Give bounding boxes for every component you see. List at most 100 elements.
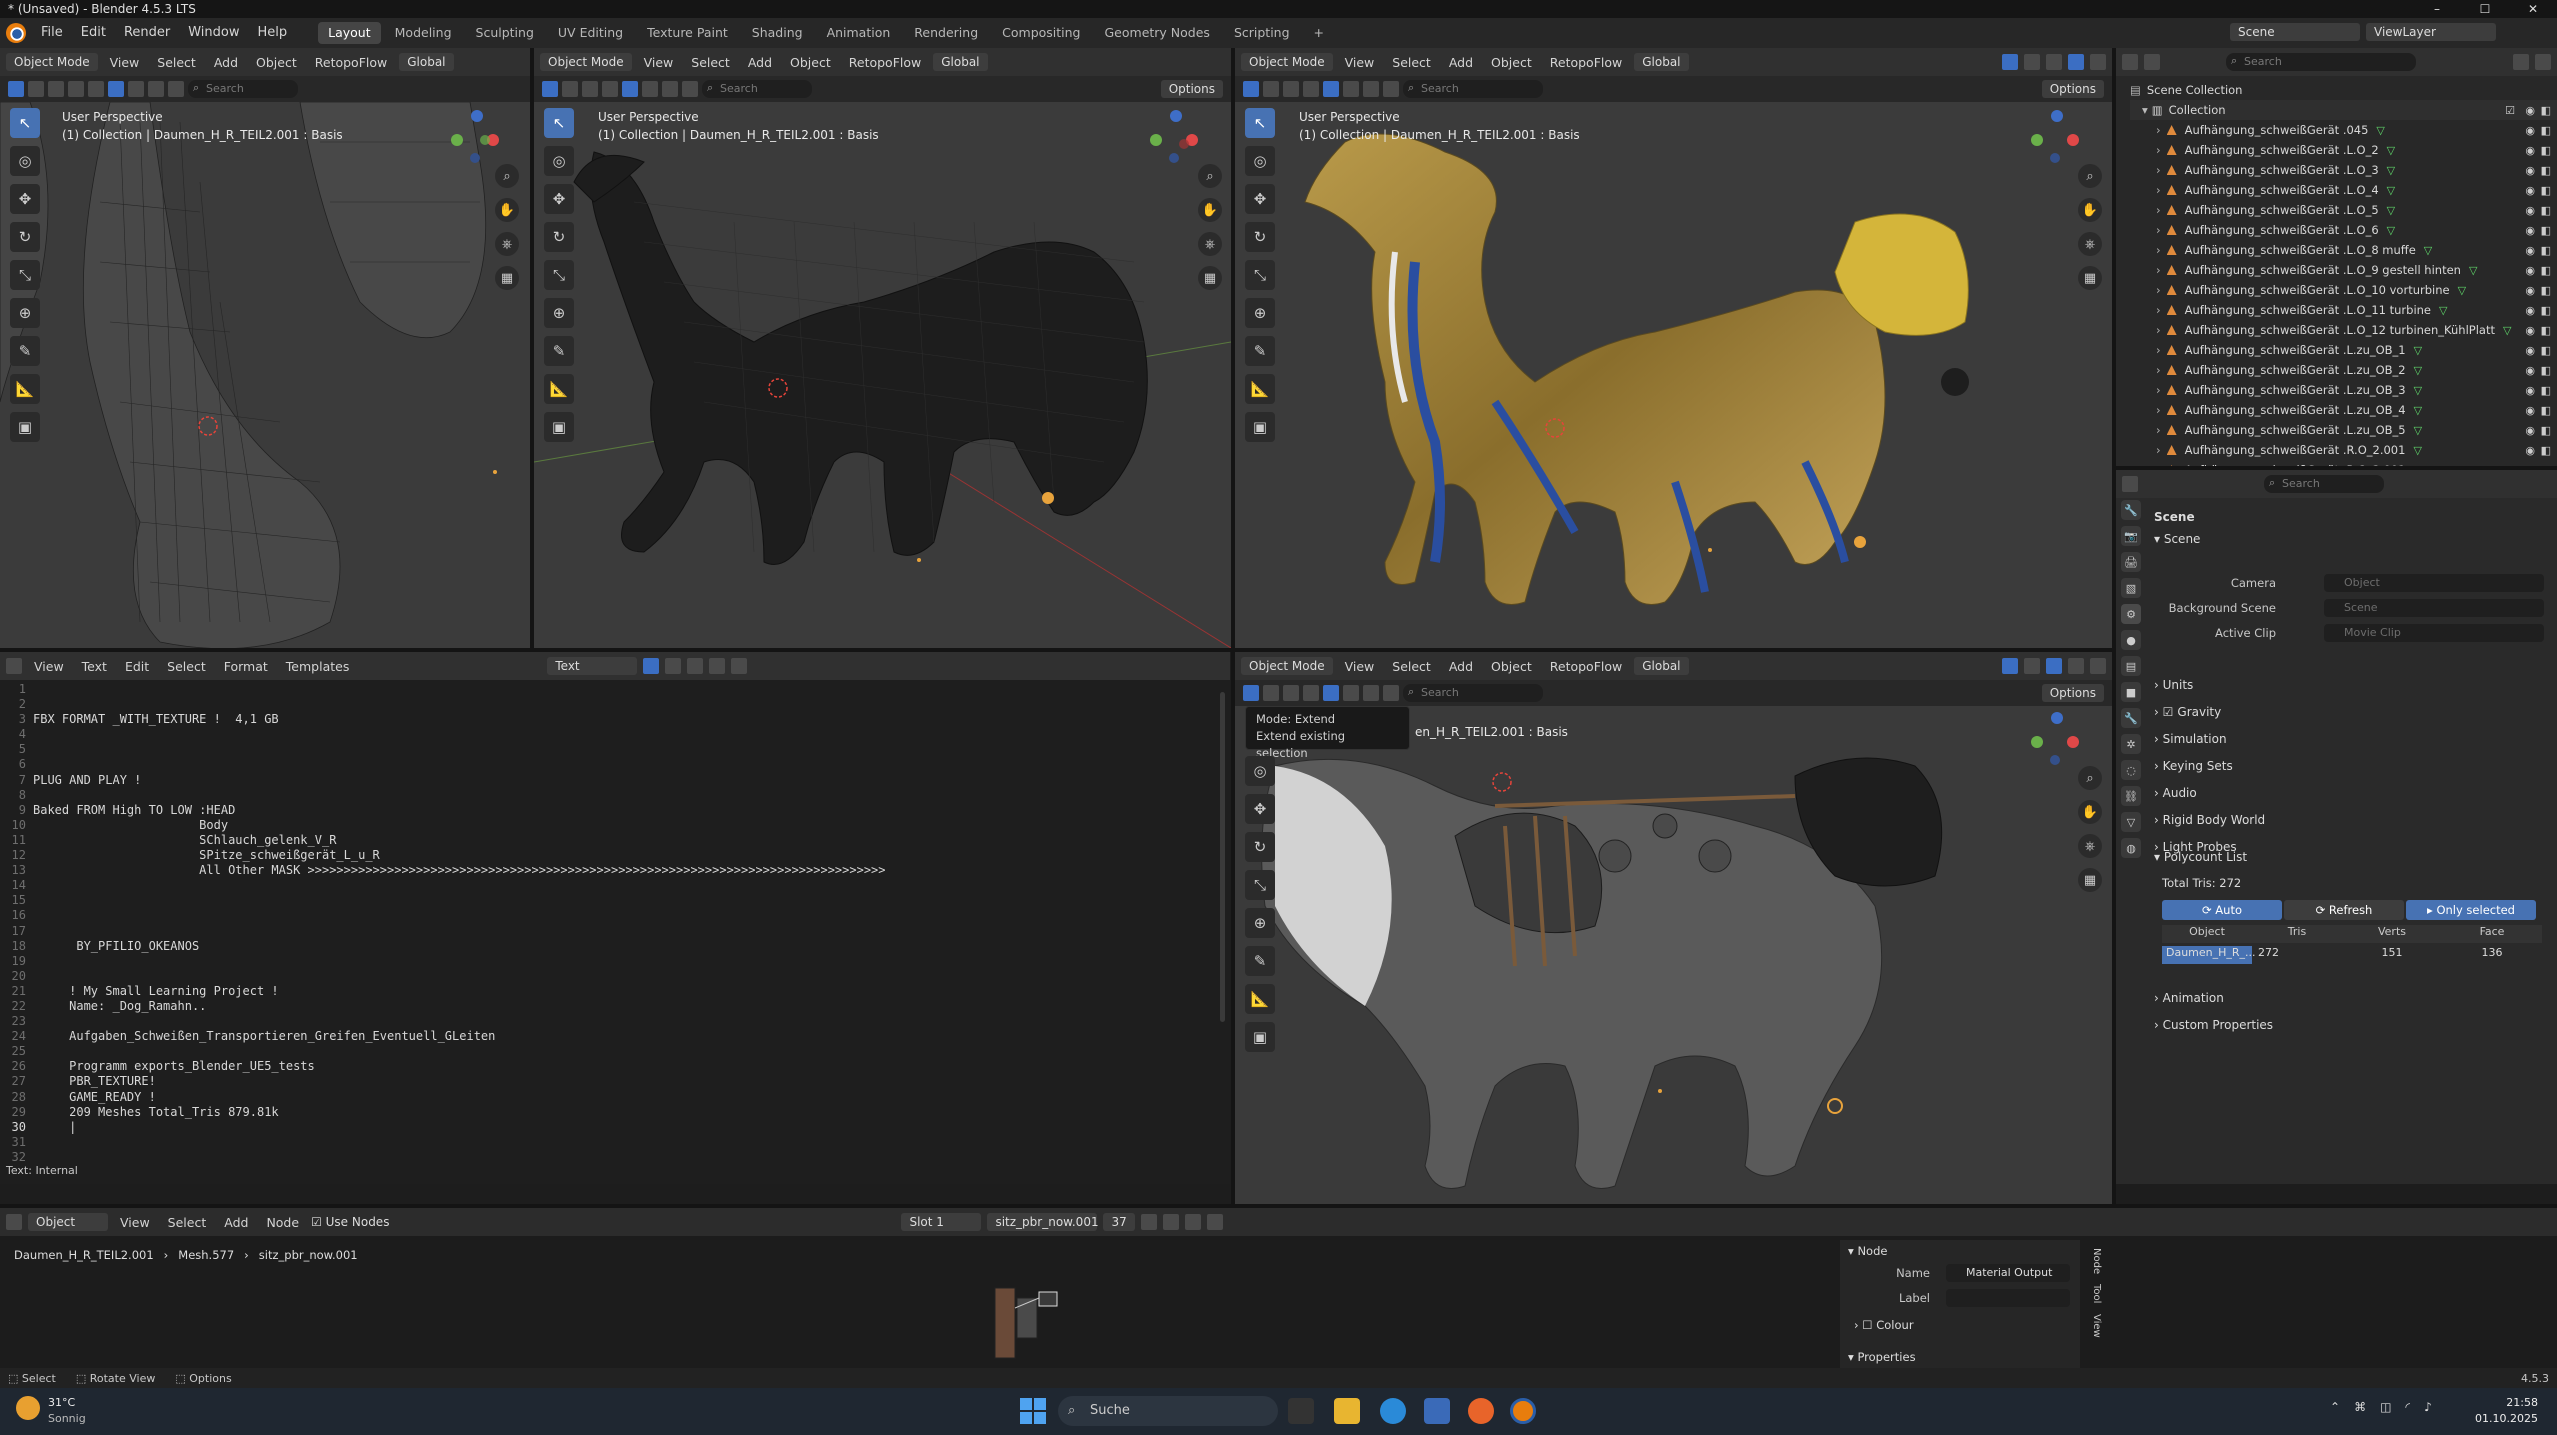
tab-modeling[interactable]: Modeling xyxy=(385,22,462,44)
text-line[interactable] xyxy=(33,908,886,923)
select-mode-icon[interactable] xyxy=(1263,81,1279,97)
viewport-top-middle[interactable]: Object Mode View Select Add Object Retop… xyxy=(534,48,1231,648)
select-mode-icon[interactable] xyxy=(48,81,64,97)
outliner-item[interactable]: › Aufhängung_schweißGerät .L.O_12 turbine… xyxy=(2130,320,2557,340)
mesh-data-icon[interactable]: ▽ xyxy=(2414,404,2422,417)
mesh-data-icon[interactable]: ▽ xyxy=(2387,204,2395,217)
scale-tool-icon[interactable]: ⤡ xyxy=(1245,260,1275,290)
text-line[interactable] xyxy=(33,697,886,712)
viewport-top-right[interactable]: Object Mode View Select Add Object Retop… xyxy=(1235,48,2112,648)
menu-object[interactable]: Object xyxy=(250,55,303,70)
annotate-tool-icon[interactable]: ✎ xyxy=(544,336,574,366)
brave-browser-icon[interactable] xyxy=(1468,1398,1494,1424)
camera-icon[interactable]: ◧ xyxy=(2541,384,2551,397)
chevron-right-icon[interactable]: › xyxy=(2156,123,2161,137)
transform-tool-icon[interactable]: ⊕ xyxy=(1245,298,1275,328)
mode-dropdown[interactable]: Object Mode xyxy=(6,53,98,71)
add-cube-tool-icon[interactable]: ▣ xyxy=(10,412,40,442)
measure-tool-icon[interactable]: 📐 xyxy=(1245,984,1275,1014)
viewport-search-input[interactable]: Search xyxy=(702,79,812,98)
camera-icon[interactable]: ◧ xyxy=(2541,164,2551,177)
eye-icon[interactable]: ◉ xyxy=(2525,184,2535,197)
properties-search-input[interactable]: Search xyxy=(2264,474,2384,493)
maximize-icon[interactable]: ☐ xyxy=(2465,0,2505,18)
outliner-item[interactable]: › Aufhängung_schweißGerät .L.O_11 turbine… xyxy=(2130,300,2557,320)
select-mode-icon[interactable] xyxy=(1283,81,1299,97)
panel-section[interactable]: › Audio xyxy=(2154,786,2197,800)
transform-orientation[interactable]: Global xyxy=(1634,657,1689,675)
viewport-canvas[interactable]: User Perspective (1) Collection | Daumen… xyxy=(534,102,1231,648)
text-line[interactable]: | xyxy=(33,1120,886,1135)
viewport-search-input[interactable]: Search xyxy=(1403,683,1543,702)
panel-scene-title[interactable]: ▾ Scene xyxy=(2154,532,2200,546)
camera-view-icon[interactable]: ⎈ xyxy=(2078,834,2102,858)
tab-rendering[interactable]: Rendering xyxy=(904,22,988,44)
rotate-tool-icon[interactable]: ↻ xyxy=(1245,832,1275,862)
camera-icon[interactable]: ◧ xyxy=(2541,304,2551,317)
material-shading-icon[interactable] xyxy=(2068,658,2084,674)
chevron-right-icon[interactable]: › xyxy=(2156,163,2161,177)
eye-icon[interactable]: ◉ xyxy=(2525,224,2535,237)
camera-icon[interactable]: ◧ xyxy=(2541,224,2551,237)
menu-file[interactable]: File xyxy=(32,18,72,48)
text-line[interactable]: ! My Small Learning Project ! xyxy=(33,984,886,999)
mode-dropdown[interactable]: Object Mode xyxy=(1241,657,1333,675)
edge-browser-icon[interactable] xyxy=(1380,1398,1406,1424)
run-script-icon[interactable] xyxy=(731,658,748,674)
chevron-right-icon[interactable]: › xyxy=(2156,243,2161,257)
filter-icon[interactable] xyxy=(128,81,144,97)
text-line[interactable]: Aufgaben_Schweißen_Transportieren_Greife… xyxy=(33,1029,886,1044)
menu-node[interactable]: Node xyxy=(260,1215,305,1230)
text-line[interactable]: 209 Meshes Total_Tris 879.81k xyxy=(33,1105,886,1120)
menu-view[interactable]: View xyxy=(28,659,70,674)
menu-add[interactable]: Add xyxy=(208,55,244,70)
pan-icon[interactable]: ✋ xyxy=(495,198,519,222)
pan-icon[interactable]: ✋ xyxy=(2078,800,2102,824)
scale-tool-icon[interactable]: ⤡ xyxy=(544,260,574,290)
filter-icon[interactable] xyxy=(1323,81,1339,97)
object-tab-icon[interactable]: ■ xyxy=(2121,682,2141,702)
menu-text[interactable]: Text xyxy=(76,659,113,674)
panel-section[interactable]: › Units xyxy=(2154,678,2193,692)
chevron-right-icon[interactable]: › xyxy=(2156,343,2161,357)
measure-tool-icon[interactable]: 📐 xyxy=(1245,374,1275,404)
editor-type-icon[interactable] xyxy=(2122,476,2138,492)
render-tab-icon[interactable]: 📷 xyxy=(2121,526,2141,546)
xray-toggle-icon[interactable] xyxy=(2002,54,2018,70)
outliner-item[interactable]: › Aufhängung_schweißGerät .L.zu_OB_2 ▽ ◉ ◧ xyxy=(2130,360,2557,380)
camera-icon[interactable]: ◧ xyxy=(2541,284,2551,297)
node-properties-section[interactable]: ▾ Properties xyxy=(1848,1350,1916,1364)
select-mode-icon[interactable] xyxy=(88,81,104,97)
task-view-icon[interactable] xyxy=(1288,1398,1314,1424)
viewport-canvas[interactable]: User Perspective (1) Collection | Daumen… xyxy=(1235,102,2112,648)
particles-tab-icon[interactable]: ✲ xyxy=(2121,734,2141,754)
eye-icon[interactable]: ◉ xyxy=(2525,364,2535,377)
output-tab-icon[interactable]: 🖨 xyxy=(2121,552,2141,572)
camera-icon[interactable]: ◧ xyxy=(2541,244,2551,257)
text-line[interactable] xyxy=(33,1150,886,1165)
blender-logo-icon[interactable] xyxy=(6,23,26,43)
cursor-tool-icon[interactable]: ◎ xyxy=(1245,756,1275,786)
menu-view[interactable]: View xyxy=(638,55,680,70)
panel-section[interactable]: › ☑ Gravity xyxy=(2154,705,2221,719)
viewport-bottom[interactable]: Object Mode View Select Add Object Retop… xyxy=(1235,652,2112,1208)
outliner-collection[interactable]: ▾ ▥ Collection ☑ ◉ ◧ xyxy=(2130,100,2557,120)
eye-icon[interactable]: ◉ xyxy=(2525,404,2535,417)
eye-icon[interactable]: ◉ xyxy=(2525,304,2535,317)
menu-edit[interactable]: Edit xyxy=(119,659,155,674)
filter-icon[interactable] xyxy=(682,81,698,97)
camera-icon[interactable]: ◧ xyxy=(2541,144,2551,157)
text-content[interactable]: FBX FORMAT _WITH_TEXTURE ! 4,1 GB PLUG AN… xyxy=(33,682,886,1165)
column-tris[interactable]: Tris xyxy=(2252,925,2342,943)
viewport-search-input[interactable]: Search xyxy=(1403,79,1543,98)
text-line[interactable]: GAME_READY ! xyxy=(33,1090,886,1105)
annotate-tool-icon[interactable]: ✎ xyxy=(10,336,40,366)
filter-icon[interactable] xyxy=(622,81,638,97)
breadcrumb-mesh[interactable]: Mesh.577 xyxy=(178,1248,234,1262)
text-line[interactable]: PLUG AND PLAY ! xyxy=(33,773,886,788)
camera-icon[interactable]: ◧ xyxy=(2541,404,2551,417)
tab-scripting[interactable]: Scripting xyxy=(1224,22,1300,44)
retopoflow-menu[interactable]: RetopoFlow xyxy=(843,55,927,70)
menu-view[interactable]: View xyxy=(1339,55,1381,70)
annotate-tool-icon[interactable]: ✎ xyxy=(1245,336,1275,366)
